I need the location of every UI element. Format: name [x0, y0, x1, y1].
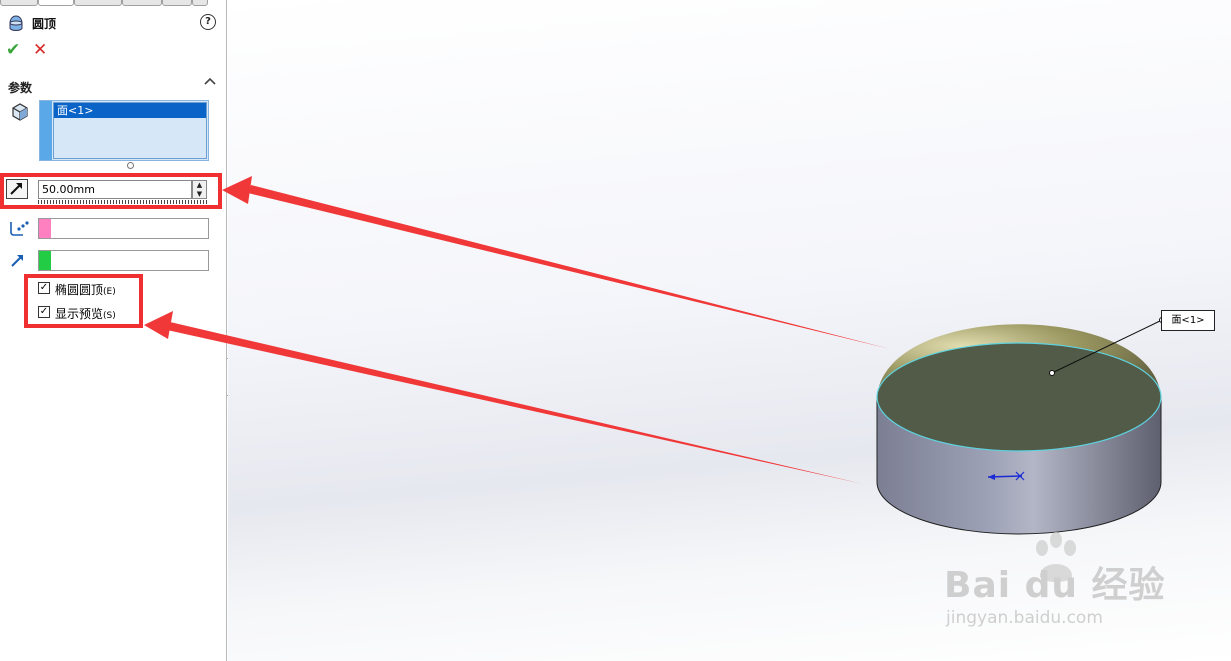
paw-logo-icon — [1036, 532, 1076, 582]
face-callout-label[interactable]: 面<1> — [1161, 310, 1215, 331]
watermark-url: jingyan.baidu.com — [946, 608, 1103, 628]
baidu-watermark: Bai du 经验 jingyan.baidu.com — [944, 532, 1166, 628]
